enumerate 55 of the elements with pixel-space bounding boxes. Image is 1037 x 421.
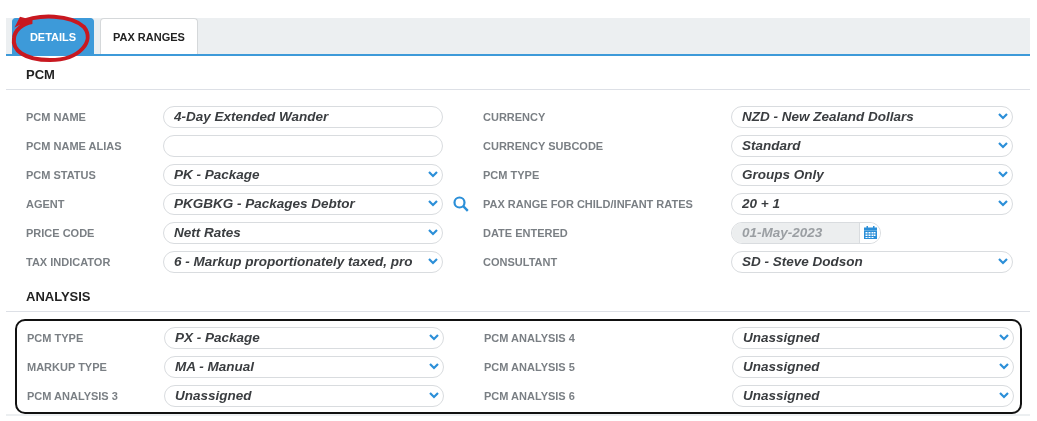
field-label: PCM NAME [26,110,87,123]
chevron-down-icon [999,392,1009,399]
field-label: PCM ANALYSIS 3 [27,389,119,402]
chevron-down-icon [428,171,438,178]
dropdown-field[interactable]: MA - Manual [164,355,444,378]
dropdown-field[interactable]: Unassigned [732,384,1014,407]
chevron-down-icon [428,229,438,236]
field-label: CURRENCY [483,110,547,123]
dropdown-field[interactable]: PX - Package [164,326,444,349]
chevron-down-icon [999,334,1009,341]
dropdown-field[interactable]: PK - Package [163,163,443,186]
dropdown-field[interactable]: Unassigned [164,384,444,407]
dropdown-field[interactable]: 6 - Markup proportionately taxed, pro [163,250,443,273]
calendar-icon [863,226,877,239]
field-label: DATE ENTERED [483,226,569,239]
field-label: PRICE CODE [26,226,96,239]
chevron-down-icon [429,334,439,341]
chevron-down-icon [428,200,438,207]
chevron-down-icon [998,200,1008,207]
section-title: ANALYSIS [6,278,1030,312]
chevron-down-icon [429,392,439,399]
field-label: PAX RANGE FOR CHILD/INFANT RATES [483,197,694,210]
field-label: TAX INDICATOR [26,255,112,268]
chevron-down-icon [998,113,1008,120]
dropdown-field[interactable]: 20 + 1 [731,192,1013,215]
chevron-down-icon [998,258,1008,265]
field-label: PCM ANALYSIS 4 [484,331,576,344]
field-label: PCM TYPE [483,168,541,181]
dropdown-field[interactable]: NZD - New Zealand Dollars [731,105,1013,128]
field-label: CURRENCY SUBCODE [483,139,605,152]
chevron-down-icon [429,363,439,370]
field-label: PCM ANALYSIS 5 [484,360,576,373]
field-label: PCM TYPE [27,331,85,344]
dropdown-field[interactable]: PKGBKG - Packages Debtor [163,192,443,215]
dropdown-field[interactable]: Standard [731,134,1013,157]
field-label: PCM ANALYSIS 6 [484,389,576,402]
chevron-down-icon [428,258,438,265]
section-title: PCM [6,56,1030,90]
search-icon[interactable] [453,195,469,212]
text-field[interactable]: 4-Day Extended Wander [163,105,443,128]
field-label: PCM STATUS [26,168,97,181]
dropdown-field[interactable]: Nett Rates [163,221,443,244]
chevron-down-icon [998,171,1008,178]
text-field[interactable] [163,134,443,157]
field-label: AGENT [26,197,66,210]
dropdown-field[interactable]: SD - Steve Dodson [731,250,1013,273]
tab[interactable]: PAX RANGES [100,18,198,54]
chevron-down-icon [998,142,1008,149]
field-label: MARKUP TYPE [27,360,108,373]
dropdown-field[interactable]: Groups Only [731,163,1013,186]
dropdown-field[interactable]: Unassigned [732,355,1014,378]
dropdown-field[interactable]: Unassigned [732,326,1014,349]
field-label: PCM NAME ALIAS [26,139,123,152]
field-label: CONSULTANT [483,255,559,268]
chevron-down-icon [999,363,1009,370]
